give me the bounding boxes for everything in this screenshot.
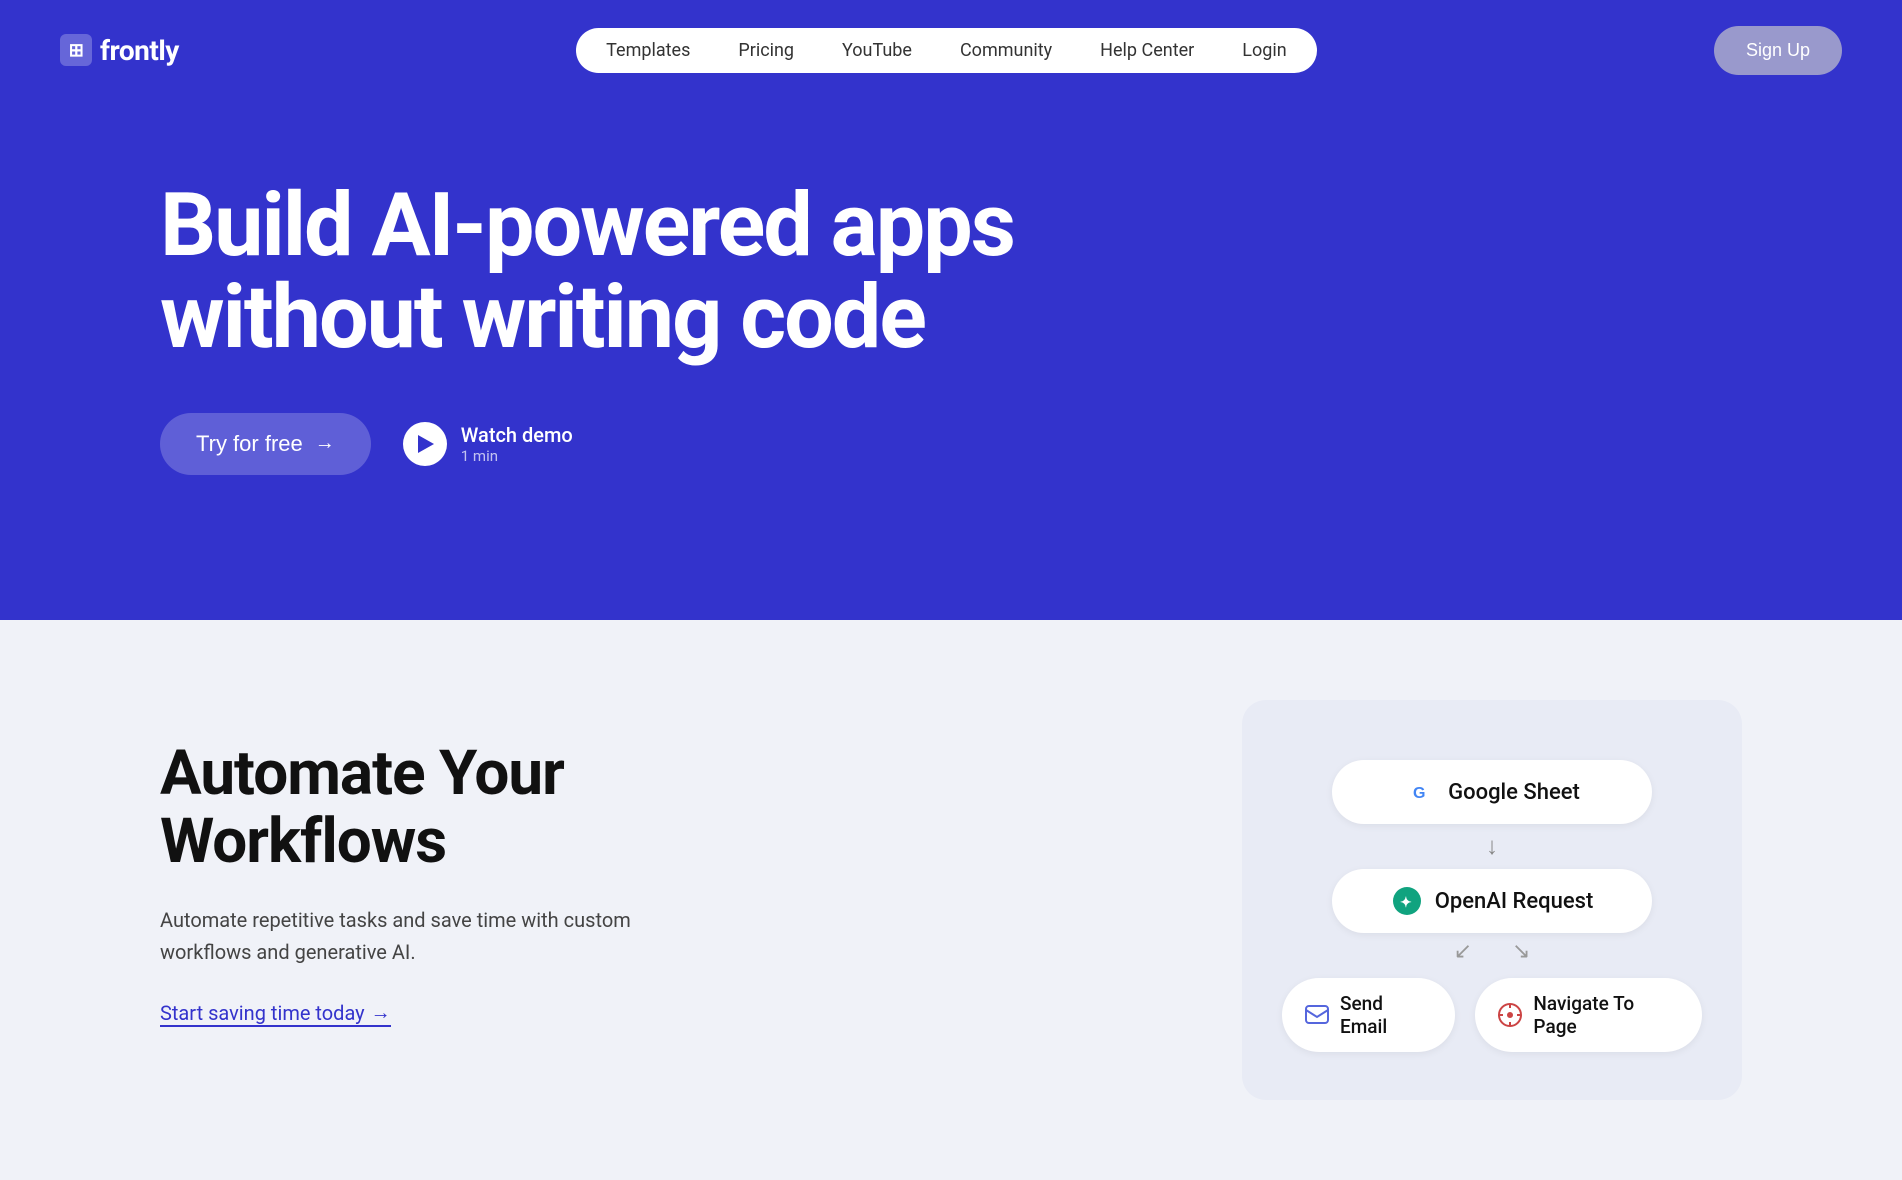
signup-button[interactable]: Sign Up [1714,26,1842,75]
workflow-step-send-email: Send Email [1282,978,1455,1052]
nav-community[interactable]: Community [960,40,1052,61]
play-triangle-icon [418,435,434,453]
split-arrow-right: ↘ [1512,939,1530,964]
navigate-icon [1497,1002,1523,1028]
workflow-card: G Google Sheet ↓ ✦ OpenAI Request ↙ ↘ [1242,700,1742,1100]
logo[interactable]: ⊞ frontly [60,34,179,67]
play-button[interactable] [403,422,447,466]
try-free-button[interactable]: Try for free → [160,413,371,475]
try-free-label: Try for free [196,431,303,457]
send-email-label: Send Email [1340,992,1433,1038]
nav-templates[interactable]: Templates [606,40,690,61]
workflow-step-google-sheet: G Google Sheet [1332,760,1652,824]
arrow-down-1: ↓ [1486,832,1498,861]
workflow-step-openai: ✦ OpenAI Request [1332,869,1652,933]
google-sheet-label: Google Sheet [1448,780,1580,805]
nav-login[interactable]: Login [1242,40,1286,61]
arrow-right-icon: → [315,432,335,455]
header: ⊞ frontly Templates Pricing YouTube Comm… [0,0,1902,100]
nav-helpcenter[interactable]: Help Center [1100,40,1194,61]
openai-icon: ✦ [1391,885,1423,917]
email-icon [1304,1002,1330,1028]
lower-text: Automate Your Workflows Automate repetit… [160,700,1162,1027]
svg-text:G: G [1413,785,1425,802]
lower-title-line1: Automate Your [160,737,564,810]
nav-youtube[interactable]: YouTube [842,40,912,61]
cta-link[interactable]: Start saving time today → [160,1000,391,1027]
lower-title-line2: Workflows [160,805,446,878]
watch-demo-label: Watch demo [461,423,573,447]
navigate-to-page-label: Navigate To Page [1533,992,1680,1038]
hero-section: Build AI-powered apps without writing co… [0,100,1902,620]
cta-label: Start saving time today [160,1001,365,1025]
workflow-bottom-row: Send Email Navigate To Page [1282,978,1702,1052]
openai-request-label: OpenAI Request [1435,889,1594,914]
split-arrow-left: ↙ [1454,939,1472,964]
flow-split-arrows: ↙ ↘ [1454,939,1531,964]
hero-title: Build AI-powered apps without writing co… [160,180,1060,365]
main-nav: Templates Pricing YouTube Community Help… [576,28,1316,73]
cta-arrow-icon: → [371,1000,391,1025]
brand-name: frontly [100,34,179,67]
workflow-step-navigate: Navigate To Page [1475,978,1702,1052]
lower-description: Automate repetitive tasks and save time … [160,904,680,968]
hero-title-line1: Build AI-powered apps [160,174,1014,277]
watch-demo-text: Watch demo 1 min [461,423,573,465]
hero-actions: Try for free → Watch demo 1 min [160,413,1742,475]
google-icon: G [1404,776,1436,808]
lower-section: Automate Your Workflows Automate repetit… [0,620,1902,1180]
logo-icon: ⊞ [60,34,92,66]
watch-demo[interactable]: Watch demo 1 min [403,422,573,466]
lower-title: Automate Your Workflows [160,740,1162,876]
hero-title-line2: without writing code [160,266,925,369]
svg-text:✦: ✦ [1400,894,1412,910]
nav-pricing[interactable]: Pricing [738,40,794,61]
watch-demo-sub: 1 min [461,447,573,465]
